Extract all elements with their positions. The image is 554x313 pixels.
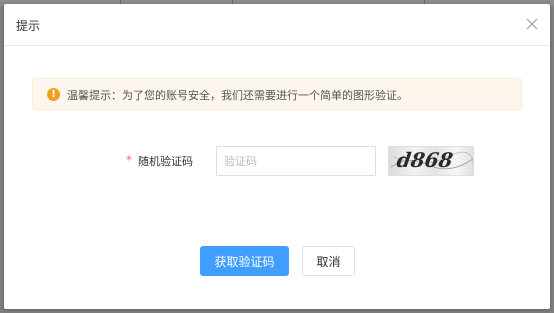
get-code-button[interactable]: 获取验证码 (200, 246, 289, 276)
captcha-text: d868 (395, 148, 455, 172)
notice-text: 温馨提示：为了您的账号安全，我们还需要进行一个简单的图形验证。 (67, 89, 408, 102)
warning-icon: ! (47, 88, 60, 101)
captcha-field-label: 随机验证码 (138, 155, 193, 168)
cancel-button[interactable]: 取消 (302, 246, 355, 276)
verification-dialog: 提示 ! 温馨提示：为了您的账号安全，我们还需要进行一个简单的图形验证。 * 随… (4, 4, 550, 309)
dialog-title: 提示 (16, 19, 41, 33)
required-mark: * (126, 153, 132, 167)
captcha-form-row: * 随机验证码 d868 (4, 146, 550, 176)
notice-alert: ! 温馨提示：为了您的账号安全，我们还需要进行一个简单的图形验证。 (32, 78, 522, 110)
captcha-image[interactable]: d868 (388, 146, 474, 176)
dialog-header: 提示 (4, 4, 550, 46)
captcha-input[interactable] (216, 146, 376, 176)
close-icon[interactable] (524, 16, 540, 32)
